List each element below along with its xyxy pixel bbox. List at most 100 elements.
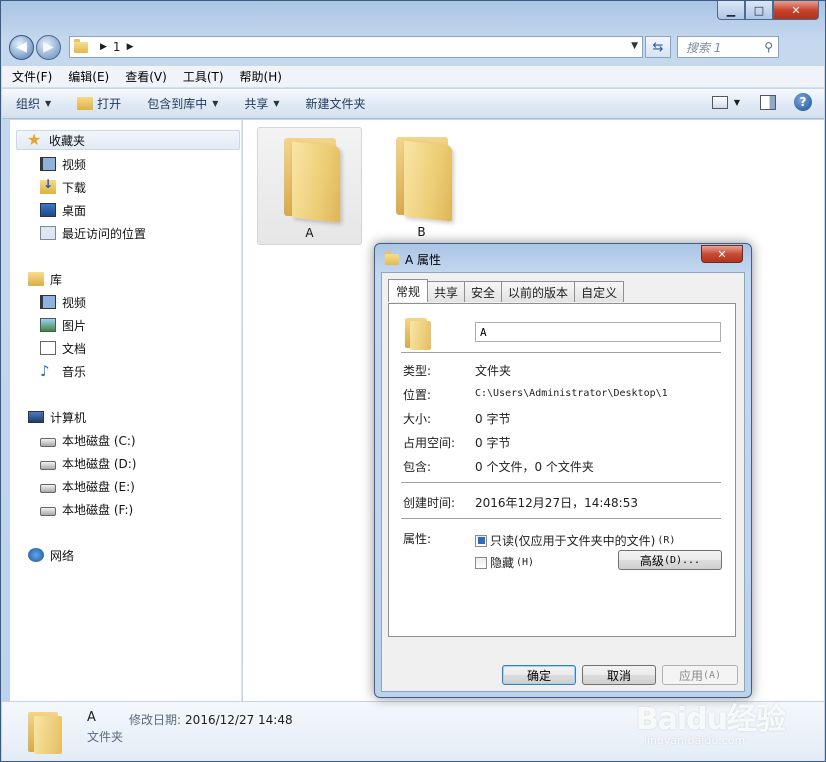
folder-icon — [385, 251, 399, 265]
nav-item-label: 最近访问的位置 — [62, 226, 147, 241]
folder-icon — [392, 133, 452, 222]
tab-security[interactable]: 安全 — [464, 281, 503, 302]
organize-button[interactable]: 组织 ▼ — [16, 95, 51, 112]
address-bar[interactable]: ▶ 1 ▶ ▼ — [69, 36, 643, 58]
nav-computer[interactable]: 计算机 — [28, 407, 86, 427]
tab-customize[interactable]: 自定义 — [574, 281, 625, 302]
nav-item-label: 视频 — [62, 157, 87, 172]
nav-item-label: 视频 — [62, 295, 87, 310]
advanced-label: 高级 — [639, 553, 664, 568]
open-button[interactable]: 打开 — [77, 95, 121, 112]
hidden-checkbox[interactable] — [475, 556, 487, 569]
network-icon — [28, 548, 44, 562]
apply-button[interactable]: 应用 (A) — [662, 665, 738, 685]
folder-item-a[interactable]: A — [257, 127, 362, 245]
details-type: 文件夹 — [87, 730, 124, 744]
tab-sharing[interactable]: 共享 — [427, 281, 466, 302]
back-button[interactable]: ◀ — [9, 34, 34, 60]
maximize-button[interactable]: □ — [745, 1, 773, 20]
folder-name-input[interactable] — [475, 322, 721, 342]
ok-button[interactable]: 确定 — [502, 665, 576, 685]
music-icon: ♪ — [40, 362, 50, 380]
cancel-button[interactable]: 取消 — [582, 665, 656, 685]
refresh-button[interactable]: ⇆ — [645, 36, 671, 58]
baidu-watermark: Baidu经验 jingyan.baidu.com — [636, 694, 786, 747]
breadcrumb-item[interactable]: 1 — [113, 40, 121, 54]
nav-item-drive-e[interactable]: 本地磁盘 (E:) — [40, 476, 135, 496]
navigation-pane: ★ 收藏夹 视频 下载 桌面 最近访问的位置 库 视频 图片 — [10, 120, 242, 701]
advanced-access-key: (D)... — [663, 554, 701, 566]
location-label: 位置: — [403, 388, 432, 402]
contains-value: 0 个文件，0 个文件夹 — [475, 460, 594, 474]
nav-item-lib-documents[interactable]: 文档 — [40, 338, 86, 358]
tab-general[interactable]: 常规 — [388, 279, 429, 302]
properties-dialog: A 属性 ✕ 常规 共享 安全 以前的版本 自定义 类型: 文件夹 位置: C:… — [374, 243, 752, 698]
nav-item-videos[interactable]: 视频 — [40, 154, 86, 174]
chevron-down-icon: ▼ — [273, 99, 280, 108]
nav-item-desktop[interactable]: 桌面 — [40, 200, 86, 220]
chevron-down-icon[interactable]: ▼ — [734, 98, 740, 107]
nav-item-drive-c[interactable]: 本地磁盘 (C:) — [40, 430, 136, 450]
folder-name: A — [305, 226, 314, 240]
nav-item-recent-places[interactable]: 最近访问的位置 — [40, 223, 146, 243]
readonly-label: 只读(仅应用于文件夹中的文件) — [490, 534, 656, 548]
tab-previous-versions[interactable]: 以前的版本 — [501, 281, 576, 302]
change-view-icon[interactable] — [711, 95, 728, 109]
hidden-access-key: (H) — [516, 557, 535, 568]
folder-name: B — [417, 225, 426, 239]
search-icon[interactable]: ⚲ — [764, 40, 773, 54]
breadcrumb-arrow-icon[interactable]: ▶ — [127, 42, 134, 52]
created-value: 2016年12月27日，14:48:53 — [475, 496, 638, 510]
nav-item-label: 本地磁盘 (E:) — [62, 479, 135, 494]
nav-computer-label: 计算机 — [50, 410, 87, 425]
menu-file[interactable]: 文件(F) — [12, 68, 52, 85]
star-icon: ★ — [27, 130, 42, 149]
advanced-button[interactable]: 高级 (D)... — [618, 550, 722, 570]
dialog-close-button[interactable]: ✕ — [701, 245, 743, 263]
command-bar: 组织 ▼ 打开 包含到库中 ▼ 共享 ▼ 新建文件夹 ▼ ? — [2, 89, 824, 119]
nav-item-label: 文档 — [62, 341, 87, 356]
minimize-button[interactable]: ▁ — [717, 1, 745, 20]
menu-help[interactable]: 帮助(H) — [240, 68, 282, 85]
menu-tools[interactable]: 工具(T) — [183, 68, 224, 85]
dialog-title-bar: A 属性 — [385, 251, 441, 268]
new-folder-button[interactable]: 新建文件夹 — [306, 95, 366, 112]
nav-network[interactable]: 网络 — [28, 545, 74, 565]
recent-places-icon — [40, 226, 56, 240]
readonly-checkbox[interactable] — [475, 534, 487, 547]
hidden-checkbox-row[interactable]: 隐藏 (H) — [475, 554, 534, 571]
close-button[interactable]: ✕ — [773, 1, 819, 20]
nav-item-lib-pictures[interactable]: 图片 — [40, 315, 86, 335]
type-label: 类型: — [403, 364, 432, 378]
chevron-down-icon[interactable]: ▼ — [631, 41, 638, 51]
nav-item-lib-music[interactable]: ♪ 音乐 — [40, 361, 86, 381]
caption-buttons: ▁ □ ✕ — [717, 1, 819, 20]
help-icon[interactable]: ? — [794, 93, 812, 111]
nav-item-label: 本地磁盘 (F:) — [62, 502, 134, 517]
menu-view[interactable]: 查看(V) — [125, 68, 167, 85]
nav-item-label: 音乐 — [62, 364, 87, 379]
nav-item-drive-f[interactable]: 本地磁盘 (F:) — [40, 499, 133, 519]
nav-item-label: 本地磁盘 (D:) — [62, 456, 137, 471]
include-in-library-button[interactable]: 包含到库中 ▼ — [147, 95, 218, 112]
nav-libraries[interactable]: 库 — [28, 269, 62, 289]
nav-item-drive-d[interactable]: 本地磁盘 (D:) — [40, 453, 136, 473]
general-tab-page: 类型: 文件夹 位置: C:\Users\Administrator\Deskt… — [388, 303, 736, 637]
nav-item-lib-videos[interactable]: 视频 — [40, 292, 86, 312]
nav-favorites[interactable]: ★ 收藏夹 — [16, 130, 240, 150]
breadcrumb-arrow-icon[interactable]: ▶ — [100, 42, 107, 52]
share-button[interactable]: 共享 ▼ — [244, 95, 279, 112]
readonly-access-key: (R) — [657, 535, 676, 546]
video-icon — [40, 157, 56, 171]
readonly-checkbox-row[interactable]: 只读(仅应用于文件夹中的文件) (R) — [475, 532, 675, 549]
forward-button[interactable]: ▶ — [36, 34, 61, 60]
document-icon — [40, 341, 56, 355]
menu-edit[interactable]: 编辑(E) — [68, 68, 109, 85]
picture-icon — [40, 318, 56, 332]
folder-icon — [74, 38, 88, 53]
search-input[interactable]: 搜索 1 ⚲ — [677, 36, 779, 58]
refresh-icon: ⇆ — [652, 39, 664, 55]
preview-pane-icon[interactable] — [760, 94, 776, 110]
nav-item-downloads[interactable]: 下载 — [40, 177, 86, 197]
folder-item-b[interactable]: B — [369, 127, 474, 245]
